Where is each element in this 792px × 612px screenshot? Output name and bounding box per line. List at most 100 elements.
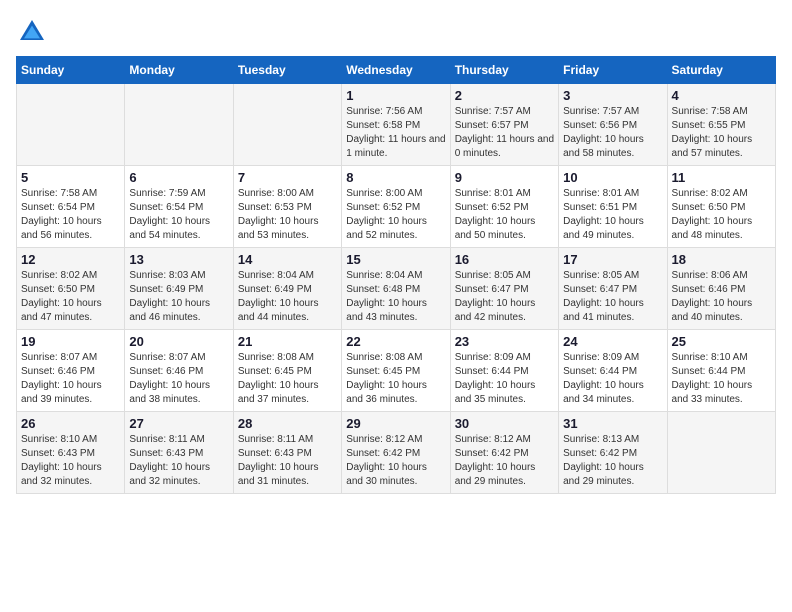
day-number: 29 — [346, 416, 445, 431]
day-number: 26 — [21, 416, 120, 431]
day-number: 10 — [563, 170, 662, 185]
day-info: Sunrise: 8:03 AMSunset: 6:49 PMDaylight:… — [129, 269, 228, 325]
calendar-cell: 26 Sunrise: 8:10 AMSunset: 6:43 PMDayligh… — [17, 412, 125, 494]
day-info: Sunrise: 8:11 AMSunset: 6:43 PMDaylight:… — [238, 433, 337, 489]
header-friday: Friday — [559, 57, 667, 84]
day-info: Sunrise: 8:12 AMSunset: 6:42 PMDaylight:… — [346, 433, 445, 489]
day-number: 6 — [129, 170, 228, 185]
day-info: Sunrise: 8:01 AMSunset: 6:52 PMDaylight:… — [455, 187, 554, 243]
calendar-cell: 8Sunrise: 8:00 AMSunset: 6:52 PMDaylight… — [342, 166, 450, 248]
logo — [16, 16, 52, 48]
calendar-cell: 1 Sunrise: 7:56 AMSunset: 6:58 PMDaylight… — [342, 84, 450, 166]
calendar-cell — [233, 84, 341, 166]
calendar-week-4: 19 Sunrise: 8:07 AMSunset: 6:46 PMDayligh… — [17, 330, 776, 412]
calendar-cell: 23Sunrise: 8:09 AMSunset: 6:44 PMDayligh… — [450, 330, 558, 412]
day-info: Sunrise: 8:05 AMSunset: 6:47 PMDaylight:… — [455, 269, 554, 325]
calendar-cell — [17, 84, 125, 166]
day-number: 5 — [21, 170, 120, 185]
calendar-cell: 22 Sunrise: 8:08 AMSunset: 6:45 PMDayligh… — [342, 330, 450, 412]
calendar-cell — [125, 84, 233, 166]
calendar-cell: 5 Sunrise: 7:58 AMSunset: 6:54 PMDaylight… — [17, 166, 125, 248]
calendar-cell: 21 Sunrise: 8:08 AMSunset: 6:45 PMDayligh… — [233, 330, 341, 412]
calendar-cell: 16 Sunrise: 8:05 AMSunset: 6:47 PMDayligh… — [450, 248, 558, 330]
day-number: 2 — [455, 88, 554, 103]
day-info: Sunrise: 7:59 AMSunset: 6:54 PMDaylight:… — [129, 187, 228, 243]
calendar-cell: 9Sunrise: 8:01 AMSunset: 6:52 PMDaylight… — [450, 166, 558, 248]
day-info: Sunrise: 8:09 AMSunset: 6:44 PMDaylight:… — [563, 351, 662, 407]
header-monday: Monday — [125, 57, 233, 84]
day-info: Sunrise: 8:10 AMSunset: 6:44 PMDaylight:… — [672, 351, 771, 407]
header-wednesday: Wednesday — [342, 57, 450, 84]
calendar-cell: 15Sunrise: 8:04 AMSunset: 6:48 PMDayligh… — [342, 248, 450, 330]
day-number: 19 — [21, 334, 120, 349]
calendar-week-3: 12 Sunrise: 8:02 AMSunset: 6:50 PMDayligh… — [17, 248, 776, 330]
calendar-cell: 27 Sunrise: 8:11 AMSunset: 6:43 PMDayligh… — [125, 412, 233, 494]
calendar-cell: 6 Sunrise: 7:59 AMSunset: 6:54 PMDaylight… — [125, 166, 233, 248]
logo-icon — [16, 16, 48, 48]
header-row: SundayMondayTuesdayWednesdayThursdayFrid… — [17, 57, 776, 84]
day-info: Sunrise: 8:12 AMSunset: 6:42 PMDaylight:… — [455, 433, 554, 489]
day-info: Sunrise: 8:01 AMSunset: 6:51 PMDaylight:… — [563, 187, 662, 243]
calendar-cell — [667, 412, 775, 494]
calendar-cell: 18 Sunrise: 8:06 AMSunset: 6:46 PMDayligh… — [667, 248, 775, 330]
calendar-cell: 12 Sunrise: 8:02 AMSunset: 6:50 PMDayligh… — [17, 248, 125, 330]
calendar-header: SundayMondayTuesdayWednesdayThursdayFrid… — [17, 57, 776, 84]
day-info: Sunrise: 8:05 AMSunset: 6:47 PMDaylight:… — [563, 269, 662, 325]
calendar-week-5: 26 Sunrise: 8:10 AMSunset: 6:43 PMDayligh… — [17, 412, 776, 494]
day-info: Sunrise: 7:57 AMSunset: 6:57 PMDaylight:… — [455, 105, 554, 161]
day-number: 27 — [129, 416, 228, 431]
calendar-cell: 14Sunrise: 8:04 AMSunset: 6:49 PMDayligh… — [233, 248, 341, 330]
day-number: 13 — [129, 252, 228, 267]
calendar-cell: 20Sunrise: 8:07 AMSunset: 6:46 PMDayligh… — [125, 330, 233, 412]
day-info: Sunrise: 7:58 AMSunset: 6:54 PMDaylight:… — [21, 187, 120, 243]
calendar-cell: 30 Sunrise: 8:12 AMSunset: 6:42 PMDayligh… — [450, 412, 558, 494]
calendar-cell: 29 Sunrise: 8:12 AMSunset: 6:42 PMDayligh… — [342, 412, 450, 494]
day-info: Sunrise: 8:04 AMSunset: 6:49 PMDaylight:… — [238, 269, 337, 325]
day-info: Sunrise: 8:04 AMSunset: 6:48 PMDaylight:… — [346, 269, 445, 325]
header — [16, 16, 776, 48]
day-info: Sunrise: 8:00 AMSunset: 6:52 PMDaylight:… — [346, 187, 445, 243]
day-number: 31 — [563, 416, 662, 431]
day-info: Sunrise: 8:13 AMSunset: 6:42 PMDaylight:… — [563, 433, 662, 489]
day-info: Sunrise: 7:56 AMSunset: 6:58 PMDaylight:… — [346, 105, 445, 161]
calendar-cell: 13 Sunrise: 8:03 AMSunset: 6:49 PMDayligh… — [125, 248, 233, 330]
calendar-cell: 25Sunrise: 8:10 AMSunset: 6:44 PMDayligh… — [667, 330, 775, 412]
day-info: Sunrise: 8:11 AMSunset: 6:43 PMDaylight:… — [129, 433, 228, 489]
day-number: 21 — [238, 334, 337, 349]
day-info: Sunrise: 8:02 AMSunset: 6:50 PMDaylight:… — [21, 269, 120, 325]
day-number: 28 — [238, 416, 337, 431]
calendar-cell: 10 Sunrise: 8:01 AMSunset: 6:51 PMDayligh… — [559, 166, 667, 248]
calendar-cell: 19 Sunrise: 8:07 AMSunset: 6:46 PMDayligh… — [17, 330, 125, 412]
day-number: 1 — [346, 88, 445, 103]
day-number: 7 — [238, 170, 337, 185]
calendar-body: 1 Sunrise: 7:56 AMSunset: 6:58 PMDaylight… — [17, 84, 776, 494]
calendar-cell: 24 Sunrise: 8:09 AMSunset: 6:44 PMDayligh… — [559, 330, 667, 412]
day-info: Sunrise: 8:08 AMSunset: 6:45 PMDaylight:… — [238, 351, 337, 407]
calendar-cell: 17 Sunrise: 8:05 AMSunset: 6:47 PMDayligh… — [559, 248, 667, 330]
day-number: 3 — [563, 88, 662, 103]
calendar-cell: 4Sunrise: 7:58 AMSunset: 6:55 PMDaylight… — [667, 84, 775, 166]
day-info: Sunrise: 7:58 AMSunset: 6:55 PMDaylight:… — [672, 105, 771, 161]
day-number: 12 — [21, 252, 120, 267]
day-info: Sunrise: 8:00 AMSunset: 6:53 PMDaylight:… — [238, 187, 337, 243]
day-info: Sunrise: 8:06 AMSunset: 6:46 PMDaylight:… — [672, 269, 771, 325]
day-info: Sunrise: 8:02 AMSunset: 6:50 PMDaylight:… — [672, 187, 771, 243]
day-number: 24 — [563, 334, 662, 349]
calendar-cell: 3 Sunrise: 7:57 AMSunset: 6:56 PMDaylight… — [559, 84, 667, 166]
calendar-cell: 2 Sunrise: 7:57 AMSunset: 6:57 PMDaylight… — [450, 84, 558, 166]
calendar-table: SundayMondayTuesdayWednesdayThursdayFrid… — [16, 56, 776, 494]
day-number: 17 — [563, 252, 662, 267]
day-number: 22 — [346, 334, 445, 349]
header-saturday: Saturday — [667, 57, 775, 84]
day-info: Sunrise: 7:57 AMSunset: 6:56 PMDaylight:… — [563, 105, 662, 161]
day-info: Sunrise: 8:07 AMSunset: 6:46 PMDaylight:… — [21, 351, 120, 407]
day-number: 20 — [129, 334, 228, 349]
calendar-week-2: 5 Sunrise: 7:58 AMSunset: 6:54 PMDaylight… — [17, 166, 776, 248]
day-info: Sunrise: 8:08 AMSunset: 6:45 PMDaylight:… — [346, 351, 445, 407]
header-tuesday: Tuesday — [233, 57, 341, 84]
day-number: 30 — [455, 416, 554, 431]
day-info: Sunrise: 8:10 AMSunset: 6:43 PMDaylight:… — [21, 433, 120, 489]
calendar-cell: 31 Sunrise: 8:13 AMSunset: 6:42 PMDayligh… — [559, 412, 667, 494]
day-number: 18 — [672, 252, 771, 267]
day-number: 16 — [455, 252, 554, 267]
